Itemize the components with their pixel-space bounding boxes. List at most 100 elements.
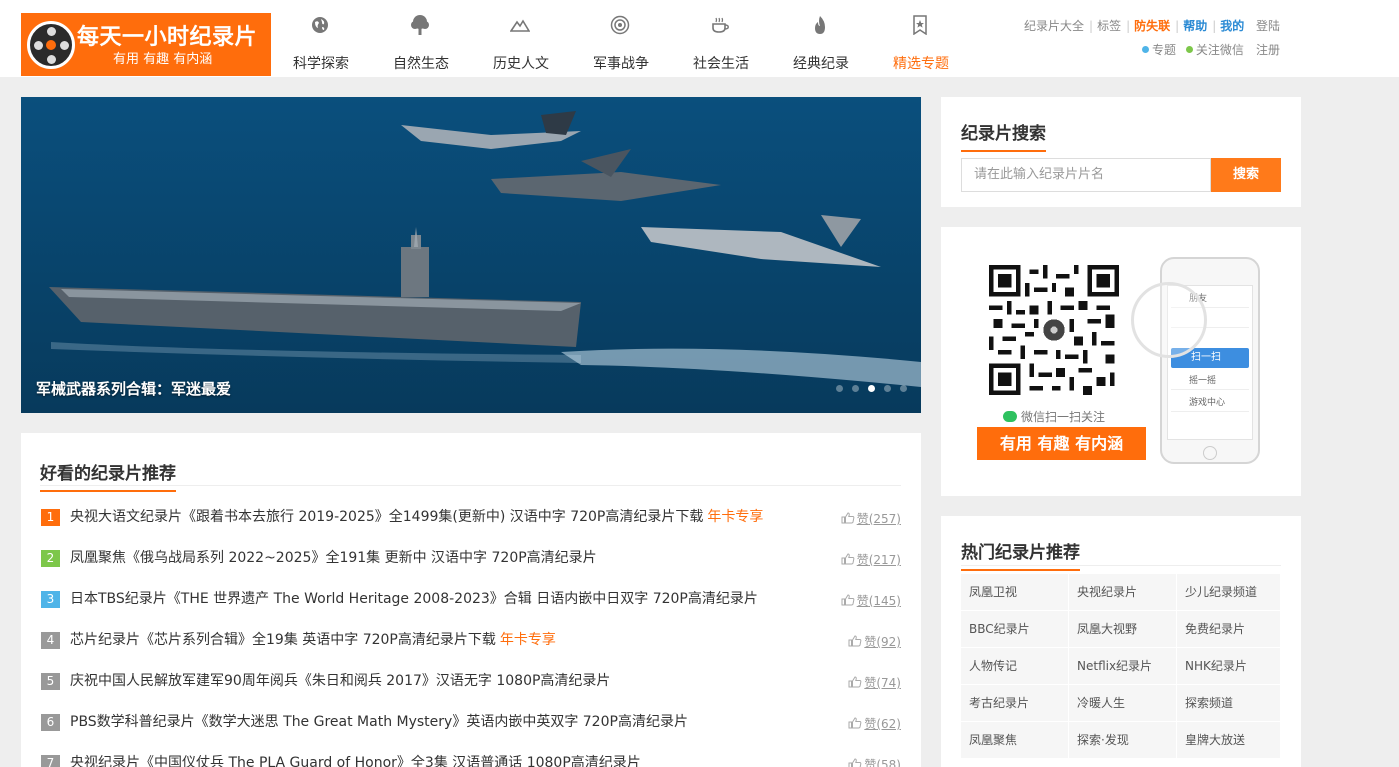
target-icon: [609, 14, 631, 36]
link-follow-wechat[interactable]: 关注微信: [1196, 43, 1244, 57]
register-link[interactable]: 注册: [1256, 41, 1280, 58]
recommend-item-title[interactable]: 央视大语文纪录片《跟着书本去旅行 2019-2025》全1499集(更新中) 汉…: [70, 507, 763, 527]
like-count: (58): [876, 758, 901, 767]
nav-label: 科学探索: [293, 56, 349, 72]
like-label: 赞: [856, 512, 869, 526]
hot-tag-link[interactable]: 冷暖人生: [1069, 685, 1177, 722]
recommend-panel: 好看的纪录片推荐 1 央视大语文纪录片《跟着书本去旅行 2019-2025》全14…: [21, 433, 921, 767]
thumbs-up-icon: [848, 635, 862, 647]
site-logo[interactable]: 每天一小时纪录片 有用 有趣 有内涵: [21, 13, 271, 76]
recommend-item-title[interactable]: 庆祝中国人民解放军建军90周年阅兵《朱日和阅兵 2017》汉语无字 1080P高…: [70, 671, 614, 691]
hot-tag-link[interactable]: 凤凰大视野: [1069, 611, 1177, 648]
hot-tag-link[interactable]: NHK纪录片: [1177, 648, 1281, 685]
magnifier-graphic: [1131, 282, 1207, 358]
annual-card-tag[interactable]: 年卡专享: [707, 509, 763, 525]
like-count: (74): [876, 676, 901, 690]
thumbs-up-icon: [841, 594, 855, 606]
like-button[interactable]: 赞(92): [848, 633, 901, 650]
link-tags[interactable]: 标签: [1097, 19, 1121, 33]
like-button[interactable]: 赞(145): [841, 592, 901, 609]
like-label: 赞: [856, 553, 869, 567]
link-mine[interactable]: 我的: [1220, 19, 1244, 33]
sub-links: 专题 关注微信: [1142, 41, 1244, 58]
recommend-item[interactable]: 4 芯片纪录片《芯片系列合辑》全19集 英语中字 720P高清纪录片下载 年卡专享 赞…: [41, 630, 901, 671]
hot-tag-link[interactable]: 凤凰卫视: [961, 574, 1069, 611]
wechat-dot-icon: [1185, 46, 1193, 53]
like-label: 赞: [864, 635, 877, 649]
rank-number: 3: [41, 591, 60, 608]
nav-item-featured[interactable]: 精选专题: [871, 0, 971, 77]
nav-label: 经典纪录: [793, 56, 849, 72]
search-title: 纪录片搜索: [961, 119, 1046, 152]
login-link[interactable]: 登陆: [1256, 17, 1280, 34]
recommend-item-title[interactable]: 央视纪录片《中国仪仗兵 The PLA Guard of Honor》全3集 汉…: [70, 753, 645, 767]
carousel-dot-active[interactable]: [868, 385, 875, 392]
recommend-item-title[interactable]: PBS数学科普纪录片《数学大迷思 The Great Math Mystery》…: [70, 712, 692, 732]
search-button[interactable]: 搜索: [1211, 158, 1281, 192]
recommend-item-title[interactable]: 日本TBS纪录片《THE 世界遗产 The World Heritage 200…: [70, 589, 762, 609]
hot-tag-link[interactable]: 考古纪录片: [961, 685, 1069, 722]
like-label: 赞: [864, 717, 877, 731]
link-anti-lost[interactable]: 防失联: [1134, 19, 1170, 33]
carousel-dots: [836, 385, 907, 392]
annual-card-tag[interactable]: 年卡专享: [500, 632, 556, 648]
hot-tag-link[interactable]: 人物传记: [961, 648, 1069, 685]
hot-tag-link[interactable]: 探索频道: [1177, 685, 1281, 722]
hot-tag-link[interactable]: 免费纪录片: [1177, 611, 1281, 648]
nav-item-society[interactable]: 社会生活: [671, 0, 771, 77]
recommend-item[interactable]: 2 凤凰聚焦《俄乌战局系列 2022~2025》全191集 更新中 汉语中字 72…: [41, 548, 901, 589]
recommend-list: 1 央视大语文纪录片《跟着书本去旅行 2019-2025》全1499集(更新中) …: [41, 507, 901, 767]
like-count: (217): [868, 553, 901, 567]
nav-item-military[interactable]: 军事战争: [571, 0, 671, 77]
hot-title: 热门纪录片推荐: [961, 538, 1080, 571]
hot-tag-link[interactable]: 探索·发现: [1069, 722, 1177, 759]
carousel-dot[interactable]: [900, 385, 907, 392]
link-all-documentaries[interactable]: 纪录片大全: [1024, 19, 1084, 33]
carousel-dot[interactable]: [836, 385, 843, 392]
nav-label: 自然生态: [393, 56, 449, 72]
like-button[interactable]: 赞(217): [841, 551, 901, 568]
like-button[interactable]: 赞(58): [848, 756, 901, 767]
recommend-item[interactable]: 3 日本TBS纪录片《THE 世界遗产 The World Heritage 20…: [41, 589, 901, 630]
like-count: (145): [868, 594, 901, 608]
link-topic[interactable]: 专题: [1152, 43, 1176, 57]
wechat-scan-caption: 微信扫一扫关注: [1003, 408, 1105, 425]
nav-item-classic[interactable]: 经典纪录: [771, 0, 871, 77]
like-count: (257): [868, 512, 901, 526]
banner-carousel[interactable]: 军械武器系列合辑：军迷最爱: [21, 97, 921, 413]
hot-tag-link[interactable]: Netflix纪录片: [1069, 648, 1177, 685]
tree-icon: [409, 14, 431, 36]
search-input[interactable]: 请在此输入纪录片片名: [961, 158, 1211, 192]
cup-icon: [709, 14, 731, 36]
like-button[interactable]: 赞(74): [848, 674, 901, 691]
rank-number: 1: [41, 509, 60, 526]
carousel-dot[interactable]: [884, 385, 891, 392]
carousel-dot[interactable]: [852, 385, 859, 392]
rank-number: 5: [41, 673, 60, 690]
thumbs-up-icon: [848, 676, 862, 688]
like-button[interactable]: 赞(62): [848, 715, 901, 732]
nav-item-history[interactable]: 历史人文: [471, 0, 571, 77]
like-label: 赞: [864, 758, 877, 767]
divider: [961, 565, 1281, 566]
hot-tag-link[interactable]: 少儿纪录频道: [1177, 574, 1281, 611]
thumbs-up-icon: [841, 512, 855, 524]
hot-tag-link[interactable]: 皇牌大放送: [1177, 722, 1281, 759]
recommend-item[interactable]: 6 PBS数学科普纪录片《数学大迷思 The Great Math Mystery…: [41, 712, 901, 753]
site-header: 每天一小时纪录片 有用 有趣 有内涵 科学探索 自然生态 历史人文 军事战争 社…: [0, 0, 1399, 77]
hot-tag-link[interactable]: BBC纪录片: [961, 611, 1069, 648]
nav-item-science[interactable]: 科学探索: [271, 0, 371, 77]
nav-label: 精选专题: [893, 56, 949, 72]
recommend-item-title[interactable]: 芯片纪录片《芯片系列合辑》全19集 英语中字 720P高清纪录片下载 年卡专享: [70, 630, 556, 650]
thumbs-up-icon: [848, 758, 862, 767]
like-button[interactable]: 赞(257): [841, 510, 901, 527]
link-help[interactable]: 帮助: [1183, 19, 1207, 33]
recommend-item[interactable]: 1 央视大语文纪录片《跟着书本去旅行 2019-2025》全1499集(更新中) …: [41, 507, 901, 548]
nav-label: 社会生活: [693, 56, 749, 72]
hot-tag-link[interactable]: 央视纪录片: [1069, 574, 1177, 611]
recommend-item[interactable]: 7 央视纪录片《中国仪仗兵 The PLA Guard of Honor》全3集 …: [41, 753, 901, 767]
recommend-item-title[interactable]: 凤凰聚焦《俄乌战局系列 2022~2025》全191集 更新中 汉语中字 720…: [70, 548, 601, 568]
recommend-item[interactable]: 5 庆祝中国人民解放军建军90周年阅兵《朱日和阅兵 2017》汉语无字 1080P…: [41, 671, 901, 712]
nav-item-nature[interactable]: 自然生态: [371, 0, 471, 77]
hot-tag-link[interactable]: 凤凰聚焦: [961, 722, 1069, 759]
